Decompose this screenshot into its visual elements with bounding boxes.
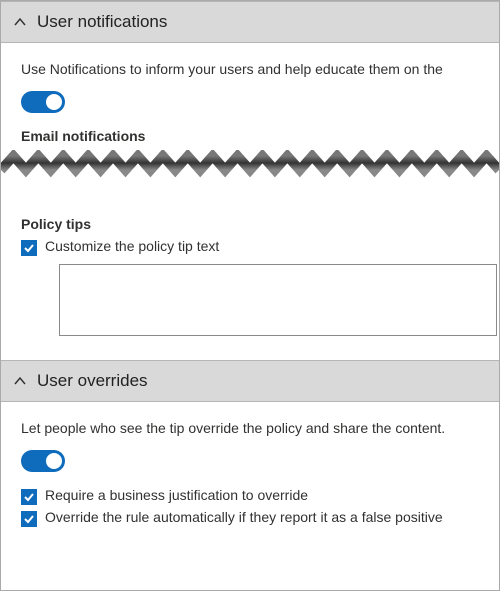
toggle-knob <box>46 94 62 110</box>
notifications-description: Use Notifications to inform your users a… <box>21 61 487 77</box>
panel-notifications: Use Notifications to inform your users a… <box>1 43 499 360</box>
policy-tip-text-input[interactable] <box>59 264 497 336</box>
chevron-up-icon <box>13 15 27 29</box>
overrides-toggle[interactable] <box>21 450 65 472</box>
require-justification-row[interactable]: Require a business justification to over… <box>21 487 487 505</box>
section-title-notifications: User notifications <box>37 12 167 32</box>
customize-policy-tip-checkbox[interactable] <box>21 240 37 256</box>
false-positive-checkbox[interactable] <box>21 511 37 527</box>
customize-policy-tip-label: Customize the policy tip text <box>45 238 219 254</box>
false-positive-label: Override the rule automatically if they … <box>45 509 443 525</box>
notifications-toggle[interactable] <box>21 91 65 113</box>
email-notifications-heading: Email notifications <box>21 128 487 144</box>
section-header-overrides[interactable]: User overrides <box>1 360 499 402</box>
overrides-description: Let people who see the tip override the … <box>21 420 487 436</box>
require-justification-checkbox[interactable] <box>21 489 37 505</box>
toggle-knob <box>46 453 62 469</box>
section-header-notifications[interactable]: User notifications <box>1 1 499 43</box>
chevron-up-icon <box>13 374 27 388</box>
cut-indicator <box>1 150 499 178</box>
false-positive-row[interactable]: Override the rule automatically if they … <box>21 509 487 527</box>
section-title-overrides: User overrides <box>37 371 148 391</box>
require-justification-label: Require a business justification to over… <box>45 487 308 503</box>
customize-policy-tip-row[interactable]: Customize the policy tip text <box>21 238 487 256</box>
policy-tips-heading: Policy tips <box>21 216 487 232</box>
panel-overrides: Let people who see the tip override the … <box>1 402 499 549</box>
